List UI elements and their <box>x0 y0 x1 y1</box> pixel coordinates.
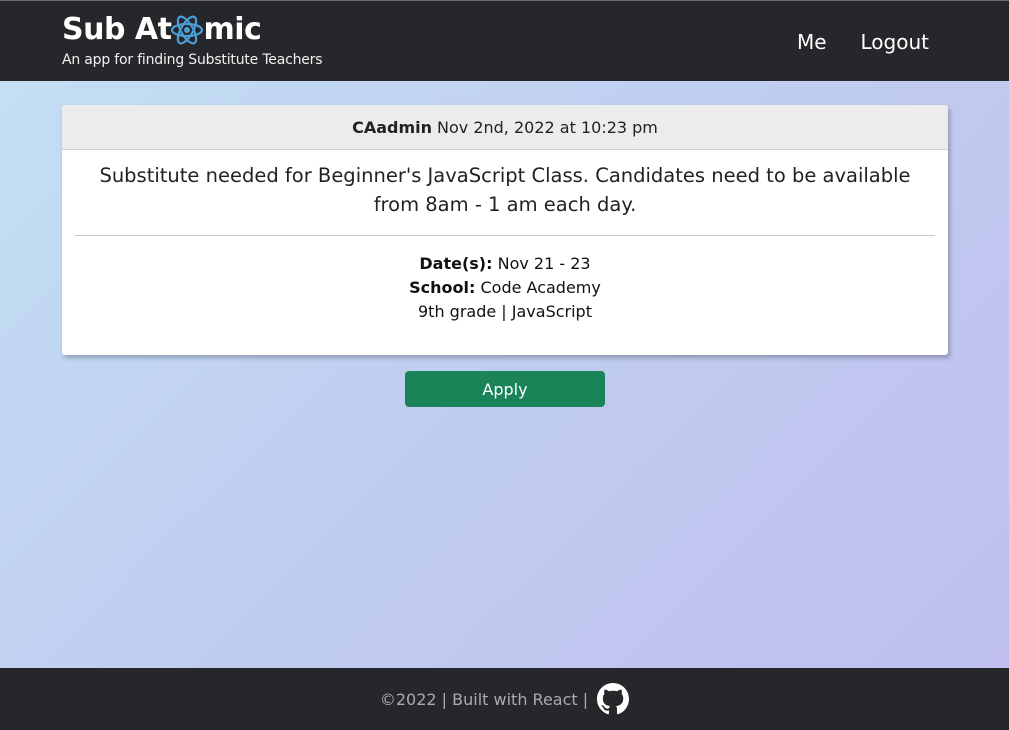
post-timestamp: Nov 2nd, 2022 at 10:23 pm <box>437 117 658 137</box>
app-title: Sub At mic <box>62 11 322 49</box>
footer: ©2022 | Built with React | <box>0 668 1009 730</box>
school-value: Code Academy <box>480 278 601 297</box>
app-title-start: Sub At <box>62 12 172 47</box>
top-navbar: Sub At mic An app for finding Substitute… <box>0 0 1009 81</box>
brand[interactable]: Sub At mic An app for finding Substitute… <box>62 11 323 69</box>
nav-me-link[interactable]: Me <box>797 29 827 55</box>
tagline: An app for finding Substitute Teachers <box>62 52 323 68</box>
school-label: School: <box>409 278 476 297</box>
post-description: Substitute needed for Beginner's JavaScr… <box>99 164 911 216</box>
dates-value: Nov 21 - 23 <box>497 254 591 273</box>
school-row: School: Code Academy <box>62 276 948 300</box>
post-header: CAadmin Nov 2nd, 2022 at 10:23 pm <box>62 105 948 150</box>
github-icon[interactable] <box>597 683 630 715</box>
app-title-end: mic <box>203 12 262 47</box>
footer-text: ©2022 | Built with React | <box>379 689 589 709</box>
dates-row: Date(s): Nov 21 - 23 <box>62 252 948 276</box>
apply-button[interactable]: Apply <box>405 371 605 407</box>
post-author: CAadmin <box>352 117 433 137</box>
nav-logout-link[interactable]: Logout <box>861 29 929 55</box>
job-post-card: CAadmin Nov 2nd, 2022 at 10:23 pm Substi… <box>62 105 948 355</box>
post-details: Date(s): Nov 21 - 23 School: Code Academ… <box>62 236 948 324</box>
atom-icon <box>171 15 204 45</box>
grade-subject: 9th grade | JavaScript <box>418 302 592 321</box>
nav-links: Me Logout <box>797 29 929 55</box>
dates-label: Date(s): <box>419 254 493 273</box>
